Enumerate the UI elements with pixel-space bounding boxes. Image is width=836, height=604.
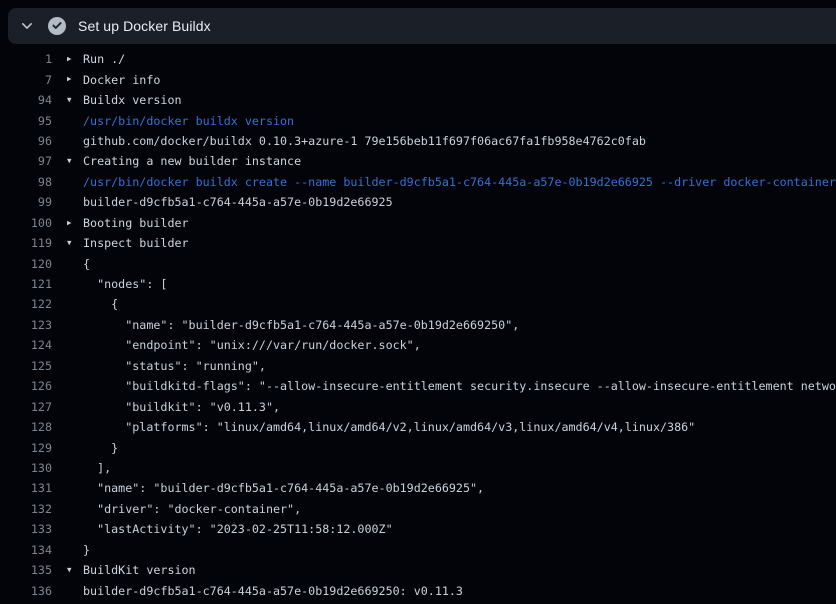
log-line: 122 { bbox=[0, 294, 836, 314]
log-line: 136 builder-d9cfb5a1-c764-445a-a57e-0b19d… bbox=[0, 580, 836, 600]
log-text: github.com/docker/buildx 0.10.3+azure-1 … bbox=[83, 134, 646, 148]
log-line: 127 "buildkit": "v0.11.3", bbox=[0, 396, 836, 416]
log-text: Creating a new builder instance bbox=[83, 154, 301, 168]
log-text: ], bbox=[83, 461, 111, 475]
log-text: "buildkitd-flags": "--allow-insecure-ent… bbox=[83, 379, 836, 393]
log-line: 98/usr/bin/docker buildx create --name b… bbox=[0, 172, 836, 192]
log-text: "driver": "docker-container", bbox=[83, 502, 301, 516]
log-text: "name": "builder-d9cfb5a1-c764-445a-a57e… bbox=[83, 318, 519, 332]
line-number: 7 bbox=[0, 73, 52, 87]
log-text: { bbox=[83, 257, 90, 271]
line-number: 126 bbox=[0, 379, 52, 393]
line-number: 130 bbox=[0, 461, 52, 475]
line-number: 131 bbox=[0, 481, 52, 495]
log-line: 126 "buildkitd-flags": "--allow-insecure… bbox=[0, 376, 836, 396]
log-line: 130 ], bbox=[0, 458, 836, 478]
line-number: 135 bbox=[0, 563, 52, 577]
log-text: "nodes": [ bbox=[83, 277, 167, 291]
line-number: 127 bbox=[0, 400, 52, 414]
log-group-row[interactable]: 135 ▼BuildKit version bbox=[0, 560, 836, 580]
log-line: 99 builder-d9cfb5a1-c764-445a-a57e-0b19d2… bbox=[0, 192, 836, 212]
log-text: "platforms": "linux/amd64,linux/amd64/v2… bbox=[83, 420, 695, 434]
log-line: 133 "lastActivity": "2023-02-25T11:58:12… bbox=[0, 519, 836, 539]
actions-log-viewer: Set up Docker Buildx 1▶Run ./7▶Docker in… bbox=[0, 0, 836, 604]
line-number: 119 bbox=[0, 236, 52, 250]
log-text: } bbox=[83, 441, 118, 455]
log-group-row[interactable]: 1 ▶Run ./ bbox=[0, 49, 836, 69]
line-number: 134 bbox=[0, 543, 52, 557]
log-text: "lastActivity": "2023-02-25T11:58:12.000… bbox=[83, 522, 393, 536]
line-number: 132 bbox=[0, 502, 52, 516]
line-number: 128 bbox=[0, 420, 52, 434]
log-text: Booting builder bbox=[83, 216, 189, 230]
line-number: 122 bbox=[0, 297, 52, 311]
log-text: builder-d9cfb5a1-c764-445a-a57e-0b19d2e6… bbox=[83, 584, 463, 598]
log-text: Run ./ bbox=[83, 52, 125, 66]
log-line: 96 github.com/docker/buildx 0.10.3+azure-… bbox=[0, 131, 836, 151]
group-toggle-expanded-icon[interactable]: ▼ bbox=[67, 151, 83, 171]
group-toggle-collapsed-icon[interactable]: ▶ bbox=[67, 69, 83, 89]
group-toggle-collapsed-icon[interactable]: ▶ bbox=[67, 213, 83, 233]
line-number: 125 bbox=[0, 359, 52, 373]
line-number: 94 bbox=[0, 93, 52, 107]
log-line: 95/usr/bin/docker buildx version bbox=[0, 110, 836, 130]
line-number: 1 bbox=[0, 52, 52, 66]
log-line: 121 "nodes": [ bbox=[0, 274, 836, 294]
log-group-row[interactable]: 97 ▼Creating a new builder instance bbox=[0, 151, 836, 171]
line-number: 133 bbox=[0, 522, 52, 536]
group-toggle-expanded-icon[interactable]: ▼ bbox=[67, 560, 83, 580]
log-line: 134} bbox=[0, 540, 836, 560]
log-group-row[interactable]: 100 ▶Booting builder bbox=[0, 213, 836, 233]
chevron-down-icon[interactable] bbox=[20, 19, 34, 33]
log-text: } bbox=[83, 543, 90, 557]
log-text: /usr/bin/docker buildx version bbox=[83, 114, 294, 128]
log-line: 124 "endpoint": "unix:///var/run/docker.… bbox=[0, 335, 836, 355]
log-text: Docker info bbox=[83, 73, 160, 87]
line-number: 129 bbox=[0, 441, 52, 455]
step-header[interactable]: Set up Docker Buildx bbox=[8, 8, 836, 44]
log-group-row[interactable]: 94 ▼Buildx version bbox=[0, 90, 836, 110]
line-number: 121 bbox=[0, 277, 52, 291]
line-number: 100 bbox=[0, 216, 52, 230]
log-line: 123 "name": "builder-d9cfb5a1-c764-445a-… bbox=[0, 315, 836, 335]
log-text: "status": "running", bbox=[83, 359, 266, 373]
log-group-row[interactable]: 7 ▶Docker info bbox=[0, 69, 836, 89]
log-line: 125 "status": "running", bbox=[0, 356, 836, 376]
log-text: { bbox=[83, 297, 118, 311]
log-text: Inspect builder bbox=[83, 236, 189, 250]
log-line: 120 { bbox=[0, 253, 836, 273]
log-line: 132 "driver": "docker-container", bbox=[0, 499, 836, 519]
line-number: 120 bbox=[0, 257, 52, 271]
group-toggle-expanded-icon[interactable]: ▼ bbox=[67, 233, 83, 253]
group-toggle-expanded-icon[interactable]: ▼ bbox=[67, 90, 83, 110]
line-number: 123 bbox=[0, 318, 52, 332]
line-number: 136 bbox=[0, 584, 52, 598]
line-number: 96 bbox=[0, 134, 52, 148]
group-toggle-collapsed-icon[interactable]: ▶ bbox=[67, 49, 83, 69]
log-text: "name": "builder-d9cfb5a1-c764-445a-a57e… bbox=[83, 481, 484, 495]
line-number: 124 bbox=[0, 338, 52, 352]
line-number: 95 bbox=[0, 114, 52, 128]
line-number: 98 bbox=[0, 175, 52, 189]
check-circle-icon bbox=[48, 17, 66, 35]
log-text: Buildx version bbox=[83, 93, 182, 107]
log-text: builder-d9cfb5a1-c764-445a-a57e-0b19d2e6… bbox=[83, 195, 393, 209]
log-text: /usr/bin/docker buildx create --name bui… bbox=[83, 175, 836, 189]
log-group-row[interactable]: 119 ▼Inspect builder bbox=[0, 233, 836, 253]
log-area[interactable]: 1▶Run ./7▶Docker info94▼Buildx version95… bbox=[0, 44, 836, 604]
log-line: 129 } bbox=[0, 437, 836, 457]
line-number: 99 bbox=[0, 195, 52, 209]
step-title: Set up Docker Buildx bbox=[78, 18, 211, 34]
log-text: "buildkit": "v0.11.3", bbox=[83, 400, 280, 414]
line-number: 97 bbox=[0, 154, 52, 168]
log-text: "endpoint": "unix:///var/run/docker.sock… bbox=[83, 338, 421, 352]
log-line: 128 "platforms": "linux/amd64,linux/amd6… bbox=[0, 417, 836, 437]
log-line: 131 "name": "builder-d9cfb5a1-c764-445a-… bbox=[0, 478, 836, 498]
log-text: BuildKit version bbox=[83, 563, 196, 577]
